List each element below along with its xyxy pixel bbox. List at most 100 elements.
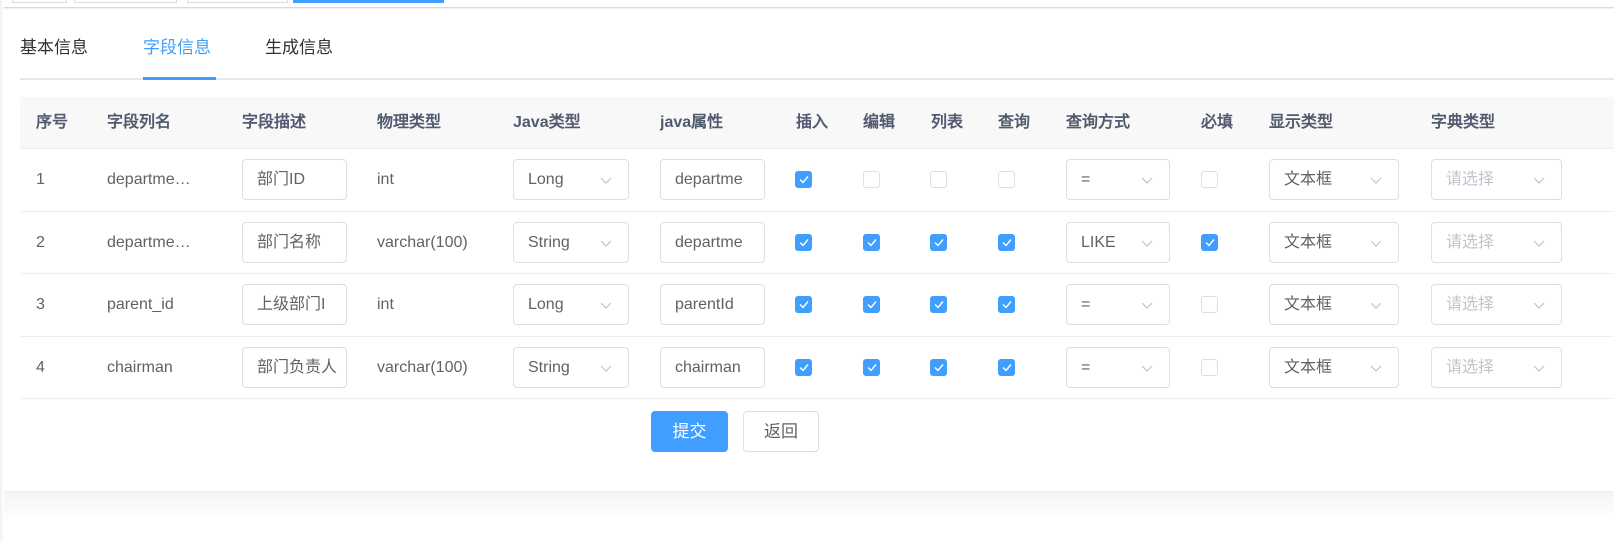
- query-type-value: LIKE: [1081, 233, 1116, 251]
- required-checkbox[interactable]: [1201, 171, 1218, 188]
- html-type-select[interactable]: 文本框: [1269, 346, 1399, 388]
- java-type-select[interactable]: String: [513, 221, 629, 263]
- dict-type-select[interactable]: 请选择: [1431, 346, 1562, 388]
- header-query: 查询: [998, 114, 1031, 131]
- list-checkbox[interactable]: [930, 233, 947, 251]
- insert-checkbox[interactable]: [795, 296, 812, 313]
- header-html-type: 显示类型: [1269, 114, 1334, 131]
- chevron-down-icon: [1141, 365, 1153, 372]
- java-type-select[interactable]: Long: [513, 284, 629, 325]
- tag-item[interactable]: [187, 0, 288, 3]
- chevron-down-icon: [600, 177, 612, 184]
- query-checkbox[interactable]: [998, 233, 1015, 251]
- dict-type-placeholder: 请选择: [1446, 171, 1495, 188]
- cell-column-name: parent_id: [107, 296, 174, 313]
- header-edit: 编辑: [863, 114, 896, 131]
- dict-type-select[interactable]: 请选择: [1431, 221, 1562, 263]
- chevron-down-icon: [1141, 177, 1153, 184]
- insert-checkbox[interactable]: [795, 358, 812, 376]
- cell-index: 1: [36, 171, 45, 188]
- edit-checkbox[interactable]: [863, 296, 880, 313]
- java-type-select[interactable]: String: [513, 346, 629, 388]
- dict-type-placeholder: 请选择: [1446, 358, 1495, 376]
- tag-item-active[interactable]: [293, 0, 444, 3]
- table-header: 序号 字段列名 字段描述 物理类型 Java类型 java属性 插入 编辑 列表…: [20, 97, 1614, 149]
- chevron-down-icon: [1533, 365, 1545, 372]
- java-field-input[interactable]: chairman: [660, 346, 765, 388]
- column-desc-input[interactable]: 部门ID: [242, 159, 347, 200]
- required-checkbox[interactable]: [1201, 296, 1218, 313]
- chevron-down-icon: [1370, 177, 1382, 184]
- html-type-value: 文本框: [1284, 358, 1333, 376]
- html-type-select[interactable]: 文本框: [1269, 221, 1399, 263]
- html-type-select[interactable]: 文本框: [1269, 159, 1399, 200]
- cell-column-name: departme…: [107, 233, 191, 251]
- cell-physical-type: varchar(100): [377, 358, 468, 376]
- html-type-value: 文本框: [1284, 171, 1333, 188]
- query-checkbox[interactable]: [998, 171, 1015, 188]
- query-type-select[interactable]: =: [1066, 284, 1170, 325]
- java-field-input[interactable]: departme: [660, 221, 765, 263]
- back-button[interactable]: 返回: [743, 411, 819, 452]
- edit-checkbox[interactable]: [863, 171, 880, 188]
- query-type-value: =: [1081, 296, 1091, 313]
- table-row: 3 parent_id 上级部门I int Long parentId = 文本框 请选择: [20, 274, 1614, 337]
- tab-basic-info[interactable]: 基本信息: [20, 36, 88, 76]
- submit-button[interactable]: 提交: [651, 411, 728, 452]
- html-type-value: 文本框: [1284, 233, 1333, 251]
- required-checkbox[interactable]: [1201, 358, 1218, 376]
- header-column-name: 字段列名: [107, 114, 172, 131]
- tab-field-info[interactable]: 字段信息: [143, 36, 211, 76]
- column-desc-input[interactable]: 部门负责人: [242, 346, 347, 388]
- list-checkbox[interactable]: [930, 171, 947, 188]
- query-checkbox[interactable]: [998, 358, 1015, 376]
- insert-checkbox[interactable]: [795, 233, 812, 251]
- cell-column-name: departme…: [107, 171, 191, 188]
- query-checkbox[interactable]: [998, 296, 1015, 313]
- tag-item[interactable]: [12, 0, 67, 3]
- chevron-down-icon: [1533, 177, 1545, 184]
- table-row: 4 chairman 部门负责人 varchar(100) String chairman…: [20, 337, 1614, 399]
- tabs: 基本信息 字段信息 生成信息: [20, 30, 1614, 80]
- dict-type-select[interactable]: 请选择: [1431, 284, 1562, 325]
- header-java-type: Java类型: [513, 114, 581, 131]
- java-type-select[interactable]: Long: [513, 159, 629, 200]
- query-type-select[interactable]: =: [1066, 346, 1170, 388]
- tab-gen-info[interactable]: 生成信息: [265, 36, 333, 76]
- header-required: 必填: [1201, 114, 1234, 131]
- java-type-value: Long: [528, 296, 564, 313]
- tags-view-bar: [0, 0, 1614, 8]
- list-checkbox[interactable]: [930, 358, 947, 376]
- header-dict-type: 字典类型: [1431, 114, 1496, 131]
- html-type-select[interactable]: 文本框: [1269, 284, 1399, 325]
- java-field-input[interactable]: departme: [660, 159, 765, 200]
- page-background: [0, 492, 1614, 541]
- query-type-select[interactable]: LIKE: [1066, 221, 1170, 263]
- query-type-select[interactable]: =: [1066, 159, 1170, 200]
- chevron-down-icon: [1370, 365, 1382, 372]
- column-desc-input[interactable]: 上级部门I: [242, 284, 347, 325]
- dict-type-placeholder: 请选择: [1446, 296, 1495, 313]
- cell-physical-type: int: [377, 171, 394, 188]
- header-java-field: java属性: [660, 114, 724, 131]
- dict-type-select[interactable]: 请选择: [1431, 159, 1562, 200]
- edit-checkbox[interactable]: [863, 233, 880, 251]
- cell-physical-type: varchar(100): [377, 233, 468, 251]
- insert-checkbox[interactable]: [795, 171, 812, 188]
- tabs-divider: [20, 78, 1614, 80]
- field-table: 序号 字段列名 字段描述 物理类型 Java类型 java属性 插入 编辑 列表…: [20, 97, 1614, 399]
- required-checkbox[interactable]: [1201, 233, 1218, 251]
- query-type-value: =: [1081, 358, 1091, 376]
- column-desc-input[interactable]: 部门名称: [242, 221, 347, 263]
- list-checkbox[interactable]: [930, 296, 947, 313]
- header-physical-type: 物理类型: [377, 114, 442, 131]
- edit-checkbox[interactable]: [863, 358, 880, 376]
- tag-item[interactable]: [74, 0, 177, 3]
- java-type-value: Long: [528, 171, 564, 188]
- html-type-value: 文本框: [1284, 296, 1333, 313]
- header-insert: 插入: [796, 114, 829, 131]
- java-type-value: String: [528, 358, 570, 376]
- chevron-down-icon: [600, 240, 612, 247]
- table-row: 1 departme… 部门ID int Long departme = 文本框 请选择: [20, 149, 1614, 212]
- java-field-input[interactable]: parentId: [660, 284, 765, 325]
